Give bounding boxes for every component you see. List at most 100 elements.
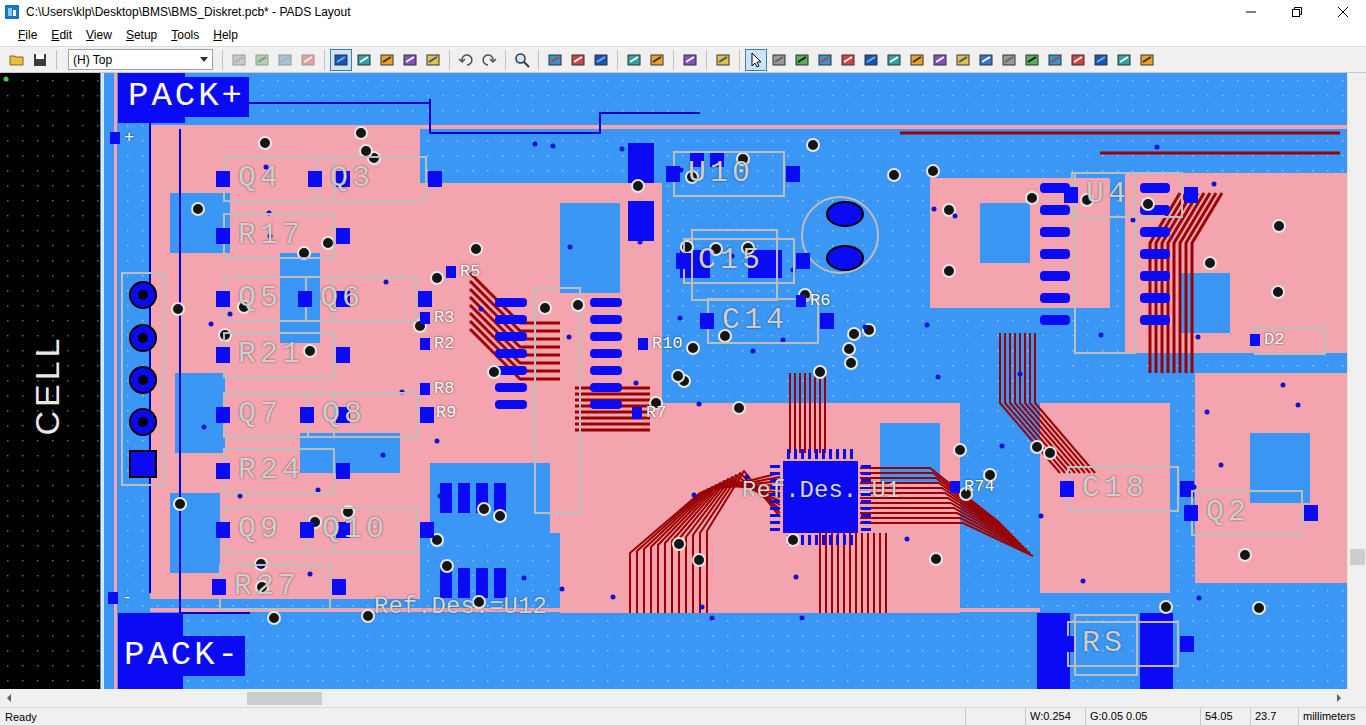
- component-label[interactable]: D2: [1264, 331, 1284, 349]
- toolbar-button[interactable]: [1113, 49, 1135, 71]
- layer-dropdown[interactable]: (H) Top: [68, 49, 213, 70]
- menu-item[interactable]: Help: [206, 25, 245, 45]
- component-label[interactable]: R5: [460, 263, 480, 281]
- component-label[interactable]: Q4: [238, 163, 282, 195]
- toolbar-button[interactable]: [6, 49, 28, 71]
- scroll-left-button[interactable]: [0, 690, 17, 707]
- toolbar-button[interactable]: [478, 49, 500, 71]
- toolbar-button[interactable]: [952, 49, 974, 71]
- toolbar-button[interactable]: [929, 49, 951, 71]
- toolbar-button[interactable]: [906, 49, 928, 71]
- component-label[interactable]: R6: [810, 292, 830, 310]
- component-label[interactable]: C14: [722, 305, 788, 337]
- menu-item[interactable]: Edit: [44, 25, 79, 45]
- toolbar-button[interactable]: [330, 49, 352, 71]
- toolbar-button[interactable]: [274, 49, 296, 71]
- component-label[interactable]: Q3: [330, 163, 374, 195]
- toolbar-button[interactable]: [998, 49, 1020, 71]
- tool-icon: [1001, 52, 1017, 68]
- component-label[interactable]: R27: [234, 571, 300, 603]
- scroll-thumb[interactable]: [247, 692, 322, 705]
- status-field: G:0.05 0.05: [1085, 708, 1200, 725]
- net-label[interactable]: PACK-: [120, 636, 245, 676]
- component-label[interactable]: C18: [1082, 473, 1148, 505]
- component-label[interactable]: RS: [1082, 628, 1126, 660]
- tool-icon: [231, 52, 247, 68]
- scroll-thumb[interactable]: [1350, 549, 1365, 565]
- toolbar-button[interactable]: [745, 49, 767, 71]
- component-label[interactable]: R9: [436, 404, 456, 422]
- minimize-button[interactable]: [1228, 0, 1274, 23]
- component-label[interactable]: U10: [688, 158, 754, 190]
- component-label[interactable]: Q5: [238, 283, 282, 315]
- toolbar-button[interactable]: [975, 49, 997, 71]
- board-label[interactable]: CELL: [30, 334, 66, 435]
- toolbar-button[interactable]: [1044, 49, 1066, 71]
- component-label[interactable]: R74: [964, 478, 995, 496]
- toolbar-button[interactable]: [768, 49, 790, 71]
- toolbar-button[interactable]: [544, 49, 566, 71]
- toolbar-button[interactable]: [791, 49, 813, 71]
- toolbar-button[interactable]: [837, 49, 859, 71]
- component-label[interactable]: R3: [434, 309, 454, 327]
- toolbar-button[interactable]: [422, 49, 444, 71]
- status-field: W:0.254: [1025, 708, 1085, 725]
- toolbar-button[interactable]: [1021, 49, 1043, 71]
- toolbar-button[interactable]: [228, 49, 250, 71]
- reference-label[interactable]: Ref.Des.=U12: [374, 594, 547, 619]
- net-label[interactable]: PACK+: [124, 77, 249, 117]
- restore-button[interactable]: [1274, 0, 1320, 23]
- tool-icon: [626, 52, 642, 68]
- menu-item[interactable]: View: [79, 25, 119, 45]
- dropdown-button[interactable]: [196, 50, 212, 69]
- scroll-right-button[interactable]: [1330, 690, 1347, 707]
- component-label[interactable]: Q8: [322, 399, 366, 431]
- toolbar-button[interactable]: [511, 49, 533, 71]
- toolbar-button[interactable]: [29, 49, 51, 71]
- toolbar-button[interactable]: [814, 49, 836, 71]
- close-button[interactable]: [1320, 0, 1366, 23]
- toolbar-button[interactable]: [567, 49, 589, 71]
- component-label[interactable]: -: [122, 589, 132, 607]
- toolbar-button[interactable]: [1136, 49, 1158, 71]
- toolbar-button[interactable]: [1090, 49, 1112, 71]
- component-label[interactable]: R8: [434, 380, 454, 398]
- scroll-track[interactable]: [17, 690, 1330, 707]
- toolbar-button[interactable]: [712, 49, 734, 71]
- toolbar-button[interactable]: [399, 49, 421, 71]
- tool-icon: [649, 52, 665, 68]
- toolbar-button[interactable]: [623, 49, 645, 71]
- component-label[interactable]: R24: [238, 455, 304, 487]
- menu-item[interactable]: Setup: [119, 25, 164, 45]
- vertical-scrollbar[interactable]: [1347, 73, 1366, 689]
- component-label[interactable]: R17: [238, 220, 304, 252]
- toolbar-button[interactable]: [646, 49, 668, 71]
- toolbar-button[interactable]: [353, 49, 375, 71]
- toolbar-button[interactable]: [679, 49, 701, 71]
- component-label[interactable]: R7: [646, 404, 666, 422]
- component-label[interactable]: Q7: [238, 399, 282, 431]
- component-label[interactable]: R21: [238, 339, 304, 371]
- component-label[interactable]: Q6: [320, 283, 364, 315]
- component-label[interactable]: U4: [1086, 179, 1130, 211]
- toolbar-button[interactable]: [455, 49, 477, 71]
- component-label[interactable]: R10: [652, 335, 683, 353]
- component-label[interactable]: Q2: [1206, 497, 1250, 529]
- pcb-canvas[interactable]: PACK+ PACK- CELL + - Q4 Q3 R17 Q5 Q6 R21 Q7 Q8 R24 Q9 Q…: [0, 73, 1347, 689]
- toolbar-button[interactable]: [590, 49, 612, 71]
- component-label[interactable]: Q10: [322, 514, 388, 546]
- toolbar-button[interactable]: [376, 49, 398, 71]
- reference-label[interactable]: Ref.Des.=U1: [742, 478, 900, 503]
- component-label[interactable]: Q9: [238, 514, 282, 546]
- menu-item[interactable]: Tools: [164, 25, 206, 45]
- toolbar-button[interactable]: [860, 49, 882, 71]
- toolbar-button[interactable]: [1067, 49, 1089, 71]
- component-label[interactable]: +: [124, 129, 134, 147]
- component-label[interactable]: R2: [434, 335, 454, 353]
- toolbar-button[interactable]: [251, 49, 273, 71]
- toolbar-button[interactable]: [883, 49, 905, 71]
- toolbar-button[interactable]: [297, 49, 319, 71]
- horizontal-scrollbar[interactable]: [0, 689, 1366, 707]
- menu-item[interactable]: File: [11, 25, 44, 45]
- component-label[interactable]: C15: [698, 245, 764, 277]
